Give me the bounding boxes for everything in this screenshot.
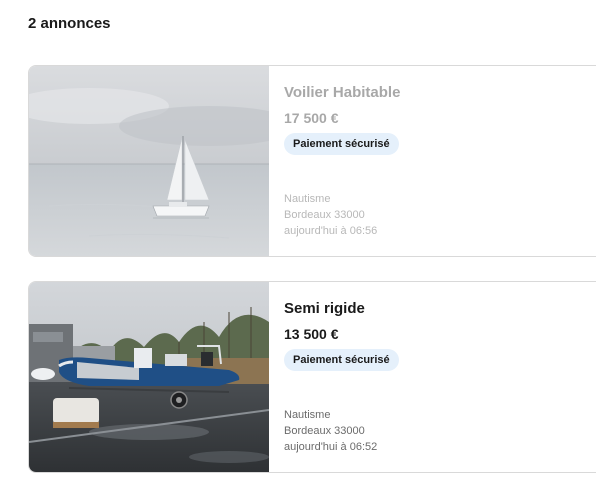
listing-date: aujourd'hui à 06:52 <box>284 441 378 453</box>
listing-location: Bordeaux 33000 <box>284 209 365 221</box>
secure-payment-badge: Paiement sécurisé <box>284 349 399 371</box>
listing-photo-rib-boat[interactable] <box>29 282 269 472</box>
listing-card[interactable]: Semi rigide 13 500 € Paiement sécurisé N… <box>28 281 596 473</box>
listing-card[interactable]: Voilier Habitable 17 500 € Paiement sécu… <box>28 65 596 257</box>
secure-payment-badge: Paiement sécurisé <box>284 133 399 155</box>
results-count: 2 annonces <box>28 15 111 32</box>
listing-photo-sailboat[interactable] <box>29 66 269 256</box>
listing-price: 13 500 € <box>284 326 339 342</box>
listing-title[interactable]: Semi rigide <box>284 300 365 317</box>
listing-category: Nautisme <box>284 409 331 421</box>
listing-category: Nautisme <box>284 193 331 205</box>
listing-title[interactable]: Voilier Habitable <box>284 84 400 101</box>
listing-date: aujourd'hui à 06:56 <box>284 225 378 237</box>
listing-location: Bordeaux 33000 <box>284 425 365 437</box>
listing-price: 17 500 € <box>284 110 339 126</box>
